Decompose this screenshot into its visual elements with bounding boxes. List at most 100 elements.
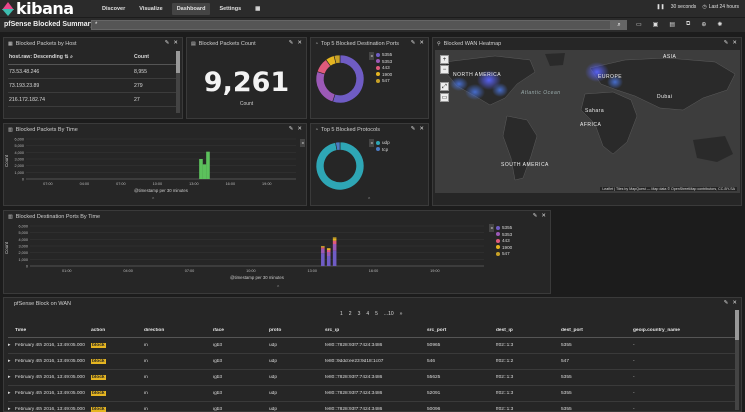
map-label-sahara: Sahara — [585, 108, 605, 114]
close-icon[interactable]: ✕ — [541, 213, 546, 219]
page-5[interactable]: 5 — [375, 311, 378, 317]
legend-item[interactable]: udp — [376, 140, 390, 145]
draw-rectangle-icon[interactable]: ▭ — [440, 93, 449, 102]
edit-icon[interactable]: ✎ — [289, 40, 294, 46]
legend-item[interactable]: 1900 — [496, 245, 512, 250]
save-icon[interactable]: ▣ — [653, 21, 659, 28]
new-dashboard-icon[interactable]: ▭ — [636, 21, 642, 28]
column-header-host[interactable]: host.raw: Descending ⇅ ⌕ — [8, 54, 134, 61]
settings-gear-icon[interactable]: ✺ — [717, 21, 722, 28]
expand-row-icon[interactable]: ▸ — [8, 407, 15, 412]
close-icon[interactable]: ✕ — [732, 300, 737, 306]
column-header-src-ip[interactable]: src_ip — [325, 328, 427, 333]
column-header-count[interactable]: Count — [134, 54, 180, 61]
page-2[interactable]: 2 — [349, 311, 352, 317]
page-4[interactable]: 4 — [366, 311, 369, 317]
legend-item[interactable]: 5355 — [376, 52, 392, 57]
edit-icon[interactable]: ✎ — [289, 126, 294, 132]
column-header-time[interactable]: Time — [15, 328, 91, 333]
kibana-logo[interactable]: kibana — [2, 0, 74, 18]
scrollbar[interactable] — [735, 310, 739, 410]
dashboard-toolbar: ▭ ▣ ▤ ⧉ ⊕ ✺ — [636, 21, 733, 28]
nav-dashboard[interactable]: Dashboard — [171, 3, 211, 15]
panel-block-on-wan: pfSense Block on WAN ✎ ✕ 1 2 3 4 5 ...10 … — [3, 297, 742, 412]
column-header-action[interactable]: action — [91, 328, 144, 333]
close-icon[interactable]: ✕ — [297, 40, 302, 46]
edit-icon[interactable]: ✎ — [165, 40, 170, 46]
legend-item[interactable]: tcp — [376, 147, 390, 152]
chevron-up-icon[interactable]: ⌃ — [276, 285, 280, 291]
metric-icon: ▤ — [191, 40, 196, 47]
time-range[interactable]: Last 24 hours — [709, 4, 739, 10]
page-1[interactable]: 1 — [340, 311, 343, 317]
column-header-direction[interactable]: direction — [144, 328, 213, 333]
close-icon[interactable]: ✕ — [173, 40, 178, 46]
legend-toggle-icon[interactable]: ◂ — [369, 139, 374, 147]
legend-toggle-icon[interactable]: ◂ — [300, 139, 305, 147]
close-icon[interactable]: ✕ — [419, 126, 424, 132]
search-icon[interactable]: ⌕ — [70, 54, 73, 60]
edit-icon[interactable]: ✎ — [724, 300, 729, 306]
apps-grid-icon[interactable]: ▦ — [250, 3, 265, 15]
legend-toggle-icon[interactable]: ◂ — [489, 224, 494, 232]
legend-toggle-icon[interactable]: ◂ — [369, 52, 374, 60]
chevron-up-icon[interactable]: ⌃ — [367, 197, 371, 203]
zoom-out-button[interactable]: − — [440, 65, 449, 74]
table-row[interactable]: ▸ February 4th 2016, 13:49:05.000 block in i… — [8, 402, 736, 412]
table-row[interactable]: 73.53.48.246 8,955 — [8, 65, 180, 79]
edit-icon[interactable]: ✎ — [724, 40, 729, 46]
expand-row-icon[interactable]: ▸ — [8, 391, 15, 396]
nav-settings[interactable]: Settings — [214, 3, 246, 15]
table-row[interactable]: 216.172.182.74 27 — [8, 93, 180, 107]
world-map[interactable]: + − ⤢ ▭ NORTH AMERICA EUROPE ASIA AFRICA… — [435, 50, 740, 193]
legend-item[interactable]: 443 — [376, 65, 392, 70]
fit-bounds-icon[interactable]: ⤢ — [440, 82, 449, 91]
legend-item[interactable]: 5355 — [496, 225, 512, 230]
close-icon[interactable]: ✕ — [732, 40, 737, 46]
refresh-interval[interactable]: 30 seconds — [671, 4, 697, 10]
close-icon[interactable]: ✕ — [297, 126, 302, 132]
column-header-src-port[interactable]: src_port — [427, 328, 496, 333]
close-icon[interactable]: ✕ — [419, 40, 424, 46]
pause-icon[interactable]: ❚❚ — [656, 4, 664, 10]
table-row[interactable]: ▸ February 4th 2016, 13:49:05.000 block in i… — [8, 386, 736, 402]
column-header-dest-ip[interactable]: dest_ip — [496, 328, 561, 333]
table-row[interactable]: 73.193.23.89 279 — [8, 79, 180, 93]
edit-icon[interactable]: ✎ — [411, 40, 416, 46]
search-button[interactable]: ⌕ — [611, 20, 627, 30]
column-header-iface[interactable]: iface — [213, 328, 269, 333]
legend-item[interactable]: 547 — [496, 251, 512, 256]
zoom-in-button[interactable]: + — [440, 55, 449, 64]
chevron-up-icon[interactable]: ⌃ — [151, 197, 155, 203]
column-header-proto[interactable]: proto — [269, 328, 325, 333]
page-10[interactable]: ...10 — [384, 311, 394, 317]
legend-item[interactable]: 443 — [496, 238, 512, 243]
share-icon[interactable]: ⧉ — [686, 21, 690, 28]
column-header-dest-port[interactable]: dest_port — [561, 328, 633, 333]
expand-row-icon[interactable]: ▸ — [8, 375, 15, 380]
table-row[interactable]: ▸ February 4th 2016, 13:49:05.000 block in i… — [8, 354, 736, 370]
scrollbar[interactable] — [176, 51, 180, 113]
nav-discover[interactable]: Discover — [97, 3, 130, 15]
search-input[interactable]: * — [91, 20, 611, 30]
next-page-icon[interactable]: » — [400, 311, 403, 317]
expand-row-icon[interactable]: ▸ — [8, 343, 15, 348]
legend-item[interactable]: 5353 — [496, 232, 512, 237]
legend-item[interactable]: 1900 — [376, 72, 392, 77]
top-nav-bar: kibana Discover Visualize Dashboard Sett… — [0, 0, 745, 18]
sort-icon[interactable]: ⇅ — [64, 54, 68, 60]
edit-icon[interactable]: ✎ — [533, 213, 538, 219]
page-3[interactable]: 3 — [358, 311, 361, 317]
table-row[interactable]: ▸ February 4th 2016, 13:49:05.000 block in i… — [8, 338, 736, 354]
open-icon[interactable]: ▤ — [669, 21, 675, 28]
map-attribution[interactable]: Leaflet | Tiles by MapQuest — Map data ©… — [600, 187, 737, 191]
legend-item[interactable]: 547 — [376, 78, 392, 83]
table-cell: - — [633, 359, 635, 364]
legend-item[interactable]: 5353 — [376, 59, 392, 64]
expand-row-icon[interactable]: ▸ — [8, 359, 15, 364]
table-row[interactable]: ▸ February 4th 2016, 13:49:05.000 block in i… — [8, 370, 736, 386]
add-panel-icon[interactable]: ⊕ — [701, 21, 706, 28]
edit-icon[interactable]: ✎ — [411, 126, 416, 132]
column-header-country[interactable]: geoip.country_name — [633, 328, 733, 333]
nav-visualize[interactable]: Visualize — [134, 3, 167, 15]
